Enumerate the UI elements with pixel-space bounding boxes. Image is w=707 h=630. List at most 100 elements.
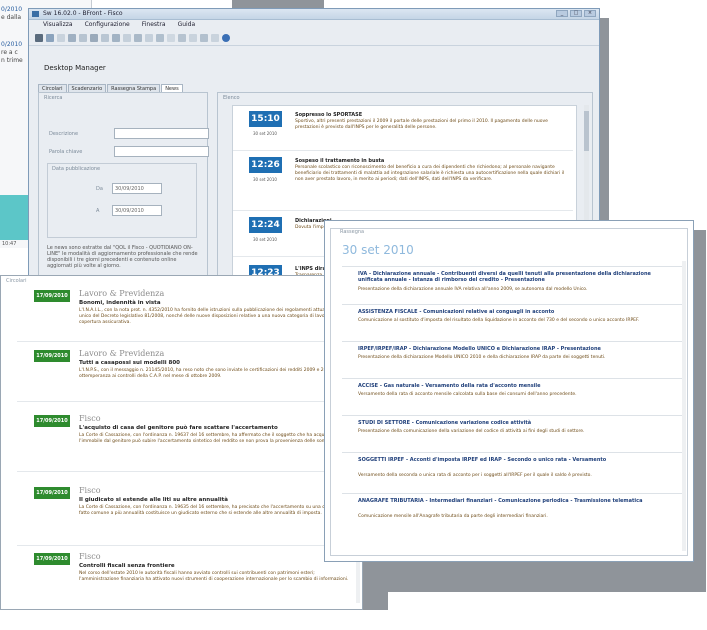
list-item[interactable]: ACCISE - Gas naturale - Versamento della… — [342, 378, 682, 408]
list-item[interactable]: IRPEF/IRPEF/IRAP - Dichiarazione Modello… — [342, 341, 682, 371]
news-group-title: Elenco — [223, 95, 240, 101]
list-item[interactable]: STUDI DI SETTORE - Comunicazione variazi… — [342, 415, 682, 445]
list-item[interactable]: 17/09/2010 Fisco Controlli fiscali senza… — [17, 549, 362, 609]
item-body: L'I.N.P.S., con il messaggio n. 21145/20… — [79, 368, 338, 379]
filter-icon[interactable] — [167, 34, 175, 42]
save-icon[interactable] — [35, 34, 43, 42]
date-to-input[interactable]: 30/09/2010 — [112, 205, 162, 216]
item-title: Controlli fiscali senza frontiere — [79, 563, 175, 569]
rassegna-title: Rassegna — [339, 229, 366, 235]
copy-icon[interactable] — [68, 34, 76, 42]
item-body: L'I.N.A.I.L., con la nota prot. n. 4352/… — [79, 308, 354, 325]
list-item[interactable]: SOGGETTI IRPEF - Acconti d'imposta IRPEF… — [342, 452, 682, 489]
menu-guida[interactable]: Guida — [178, 20, 196, 30]
news-body: Personale scolastico con riconoscimento … — [295, 165, 565, 182]
date-badge: 17/09/2010 — [34, 487, 70, 499]
date-group-title: Data pubblicazione — [52, 166, 101, 172]
redo-icon[interactable] — [101, 34, 109, 42]
back-line: n trime — [1, 57, 23, 64]
back-line: 0/2010 — [1, 6, 23, 13]
list-item[interactable]: IVA - Dichiarazione annuale - Contribuen… — [342, 266, 682, 302]
date-badge: 17/09/2010 — [34, 553, 70, 565]
item-body: Versamento della rata di acconto mensile… — [358, 392, 577, 397]
sort-icon[interactable] — [178, 34, 186, 42]
keyword-label: Parola chiave — [49, 149, 83, 155]
date-badge: 17/09/2010 — [34, 350, 70, 362]
list-item[interactable]: ANAGRAFE TRIBUTARIA - Intermediari finan… — [342, 493, 682, 530]
print-icon[interactable] — [46, 34, 54, 42]
item-body: Comunicazione mensile all'Anagrafe tribu… — [358, 514, 548, 519]
app-icon — [32, 11, 39, 17]
item-title: SOGGETTI IRPEF - Acconti d'imposta IRPEF… — [358, 457, 607, 463]
news-title: Sospeso il trattamento in busta — [295, 158, 385, 164]
news-title: Soppresso lo SPORTASE — [295, 112, 363, 118]
maximize-button[interactable]: □ — [570, 10, 582, 17]
cut-icon[interactable] — [57, 34, 65, 42]
item-title: Il giudicato si estende alle liti su alt… — [79, 497, 228, 503]
section-title: Desktop Manager — [44, 64, 106, 72]
item-category: Fisco — [79, 414, 101, 423]
rassegna-scrollbar[interactable] — [682, 261, 686, 551]
search-panel: Ricerca Descrizione Parola chiave Data p… — [38, 92, 209, 292]
item-body: Comunicazione al sostituto d'imposta del… — [358, 318, 640, 323]
table-icon[interactable] — [134, 34, 142, 42]
menu-visualizza[interactable]: Visualizza — [43, 20, 73, 30]
menu-configurazione[interactable]: Configurazione — [85, 20, 130, 30]
item-category: Lavoro & Previdenza — [79, 349, 165, 358]
item-title: ASSISTENZA FISCALE - Comunicazioni relat… — [358, 309, 555, 315]
menu-bar: Visualizza Configurazione Finestra Guida — [29, 20, 599, 30]
date-heading: 30 set 2010 — [342, 243, 414, 257]
date-group: Data pubblicazione Da 30/09/2010 A 30/09… — [47, 163, 197, 238]
list-item[interactable]: 17/09/2010 Fisco L'acquisto di casa del … — [17, 411, 362, 472]
settings-icon[interactable] — [211, 34, 219, 42]
item-title: Tutti a casapossi sui modelli 800 — [79, 360, 180, 366]
news-date: 30 set 2010 — [253, 131, 277, 136]
toolbar — [29, 31, 599, 46]
grid-icon[interactable] — [123, 34, 131, 42]
status-time: 10:47 — [2, 241, 17, 247]
item-body: Presentazione della comunicazione della … — [358, 429, 585, 434]
undo-icon[interactable] — [90, 34, 98, 42]
help-icon[interactable] — [222, 34, 230, 42]
list-item[interactable]: ASSISTENZA FISCALE - Comunicazioni relat… — [342, 304, 682, 334]
paste-icon[interactable] — [79, 34, 87, 42]
item-category: Fisco — [79, 552, 101, 561]
info-note: Le news sono estratte dal "QOL il Fisco … — [47, 245, 198, 269]
find-icon[interactable] — [112, 34, 120, 42]
item-body: Versamento della seconda o unica rata di… — [358, 473, 592, 478]
list-item[interactable]: 17/09/2010 Lavoro & Previdenza Tutti a c… — [17, 346, 362, 402]
rassegna-window: Rassegna 30 set 2010 IVA - Dichiarazione… — [324, 220, 694, 562]
news-item[interactable]: 12:26 30 set 2010 Sospeso il trattamento… — [233, 154, 573, 211]
minimize-button[interactable]: _ — [556, 10, 568, 17]
list-item[interactable]: 17/09/2010 Lavoro & Previdenza Bonomi, i… — [17, 286, 362, 342]
close-button[interactable]: × — [584, 10, 596, 17]
item-title: ANAGRAFE TRIBUTARIA - Intermediari finan… — [358, 498, 643, 504]
item-title: L'acquisto di casa del genitore può fare… — [79, 425, 278, 431]
keyword-input[interactable] — [114, 146, 209, 157]
tools-icon[interactable] — [200, 34, 208, 42]
window-title: Sw 16.02.0 - BFront - Fisco — [43, 10, 123, 17]
news-date: 30 set 2010 — [253, 177, 277, 182]
scroll-thumb[interactable] — [584, 111, 589, 151]
window-shadow — [334, 562, 706, 592]
menu-finestra[interactable]: Finestra — [142, 20, 166, 30]
text-icon[interactable] — [189, 34, 197, 42]
list-icon[interactable] — [156, 34, 164, 42]
window-controls: _ □ × — [556, 10, 596, 17]
item-body: Presentazione della dichiarazione Modell… — [358, 355, 606, 360]
news-date: 30 set 2010 — [253, 237, 277, 242]
circolari-title: Circolari — [6, 278, 27, 284]
back-line: e dalla — [1, 14, 22, 21]
date-from-label: Da — [96, 186, 103, 192]
back-line: re a c — [1, 49, 18, 56]
item-title: STUDI DI SETTORE - Comunicazione variazi… — [358, 420, 532, 426]
item-title: IRPEF/IRPEF/IRAP - Dichiarazione Modello… — [358, 346, 601, 352]
item-body: Nel corso dell'estate 2010 le autorità f… — [79, 571, 349, 582]
item-body: Presentazione della dichiarazione annual… — [358, 287, 588, 292]
title-bar: Sw 16.02.0 - BFront - Fisco _ □ × — [29, 9, 599, 20]
date-from-input[interactable]: 30/09/2010 — [112, 183, 162, 194]
news-item[interactable]: 15:10 30 set 2010 Soppresso lo SPORTASE … — [233, 108, 573, 151]
list-item[interactable]: 17/09/2010 Fisco Il giudicato si estende… — [17, 483, 362, 546]
description-input[interactable] — [114, 128, 209, 139]
chart-icon[interactable] — [145, 34, 153, 42]
